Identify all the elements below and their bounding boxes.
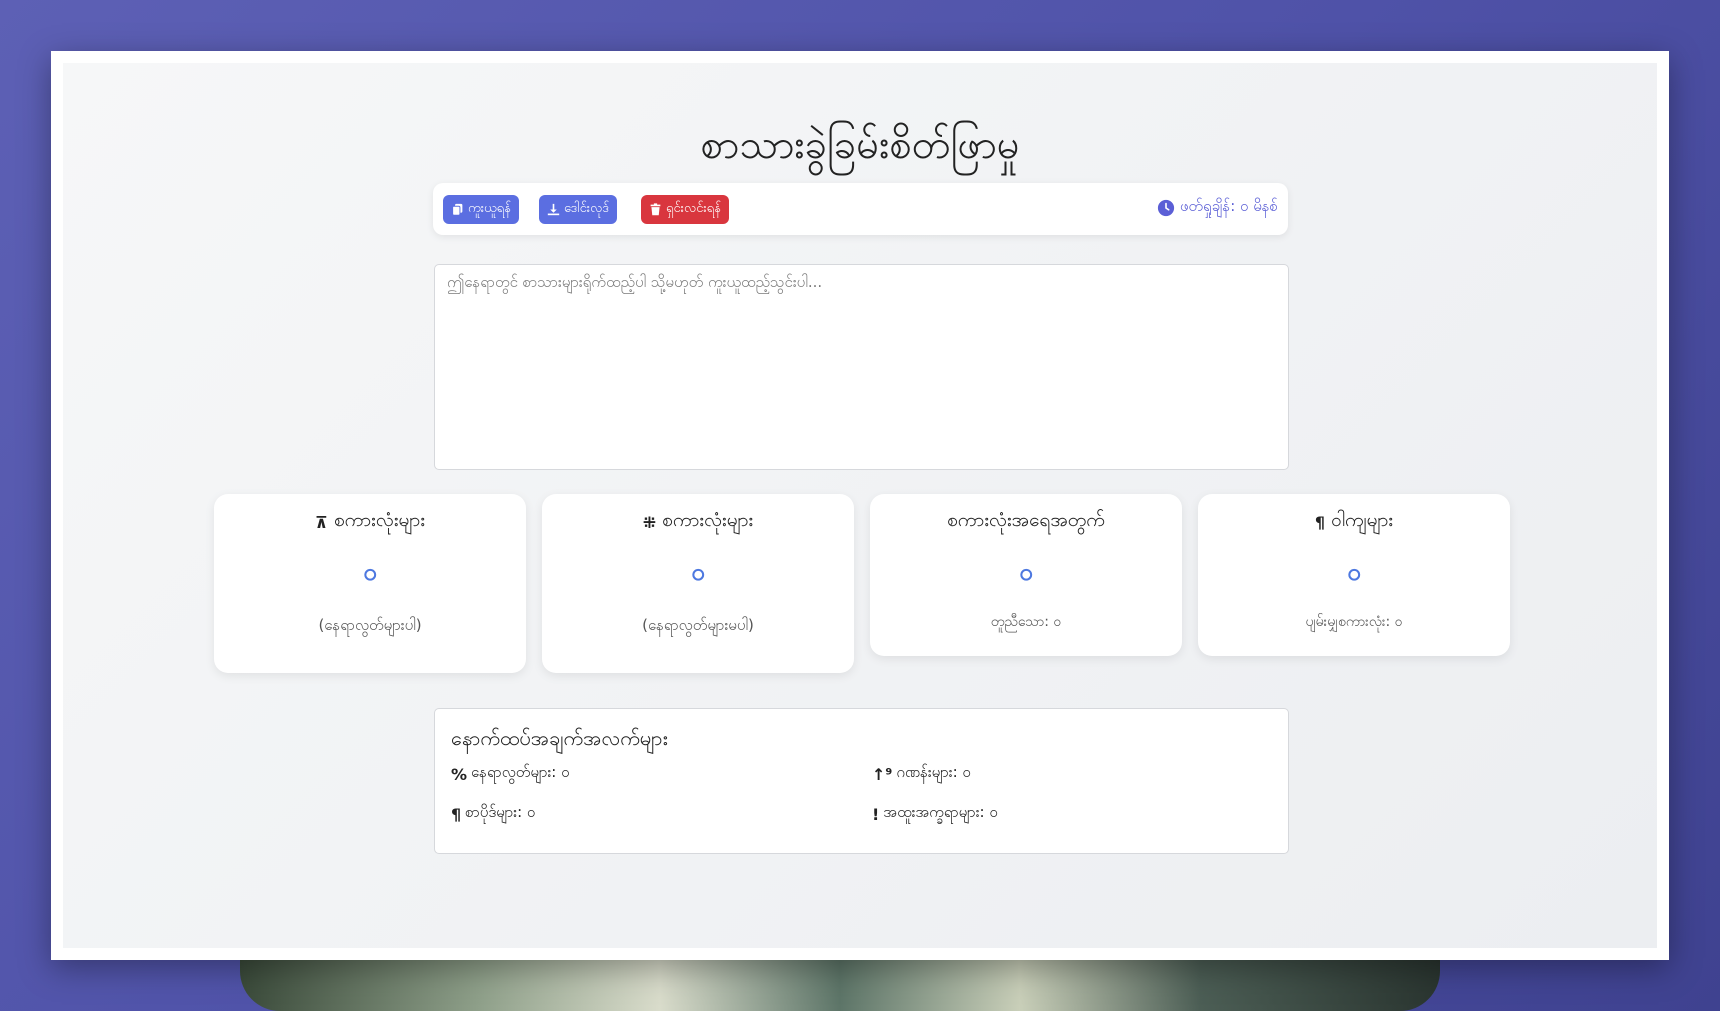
text-with-spaces-icon: ⊼: [314, 512, 328, 532]
text-input[interactable]: [434, 264, 1289, 470]
percent-icon: %: [451, 764, 468, 784]
download-button-label: ဒေါင်းလုဒ်: [564, 201, 610, 216]
stat-card-words-with-spaces: ⊼ စကားလုံးများ ၀ (နေရာလွတ်များပါ): [214, 494, 526, 673]
read-time-label: ဖတ်ရှုချိန်: ၀ မိနစ်: [1179, 197, 1278, 215]
stat-card-value: ၀: [1347, 558, 1361, 586]
stat-spaces: % နေရာလွတ်များ: ၀: [451, 763, 570, 784]
copy-button[interactable]: ကူးယူရန်: [443, 195, 519, 224]
stat-card-subtext: (နေရာလွတ်များမပါ): [642, 616, 754, 634]
stat-card-label: စကားလုံးအရေအတွက်: [947, 509, 1105, 531]
app-container: စာသားခွဲခြမ်းစိတ်ဖြာမှု ကူးယူရန် ဒေါင်းလ…: [63, 63, 1657, 948]
stat-card-label: ⊼ စကားလုံးများ: [314, 509, 426, 532]
read-time-indicator: ဖတ်ရှုချိန်: ၀ မိနစ်: [1157, 197, 1278, 219]
page-title: စာသားခွဲခြမ်းစိတ်ဖြာမှု: [700, 122, 1020, 168]
stat-special-chars: ! အထူးအက္ခရာများ: ၀: [872, 803, 998, 824]
clear-button-label: ရှင်းလင်းရန်: [666, 201, 721, 216]
stat-card-words-without-spaces: ⁜ စကားလုံးများ ၀ (နေရာလွတ်များမပါ): [542, 494, 854, 673]
exclamation-icon: !: [872, 804, 880, 824]
browser-window: စာသားခွဲခြမ်းစိတ်ဖြာမှု ကူးယူရန် ဒေါင်းလ…: [51, 51, 1669, 960]
stat-card-word-count: စကားလုံးအရေအတွက် ၀ တူညီသော: ၀: [870, 494, 1182, 656]
stat-paragraphs: ¶ စာပိုဒ်များ: ၀: [451, 803, 536, 824]
download-icon: [547, 203, 560, 216]
stat-card-value: ၀: [691, 558, 705, 586]
copy-button-label: ကူးယူရန်: [468, 201, 511, 216]
stat-card-value: ၀: [1019, 558, 1033, 586]
stat-card-value: ၀: [363, 558, 377, 586]
paragraph-icon: ¶: [451, 804, 462, 824]
stat-card-label: ¶ ဝါကျများ: [1314, 509, 1394, 532]
trash-icon: [650, 203, 661, 216]
additional-info-panel: နောက်ထပ်အချက်အလက်များ % နေရာလွတ်များ: ၀ …: [434, 708, 1289, 854]
compress-icon: ⁜: [642, 512, 657, 532]
stat-card-subtext: ပျမ်းမျှစကားလုံး: ၀: [1305, 614, 1403, 630]
stat-card-subtext: တူညီသော: ၀: [990, 614, 1062, 630]
stat-card-label: ⁜ စကားလုံးများ: [642, 509, 754, 532]
additional-info-title: နောက်ထပ်အချက်အလက်များ: [451, 726, 668, 750]
stat-card-sentences: ¶ ဝါကျများ ၀ ပျမ်းမျှစကားလုံး: ၀: [1198, 494, 1510, 656]
download-button[interactable]: ဒေါင်းလုဒ်: [539, 195, 618, 224]
toolbar: ကူးယူရန် ဒေါင်းလုဒ် ရှင်းလင်းရန် ဖတ်ရှုခ…: [433, 183, 1288, 235]
clear-button[interactable]: ရှင်းလင်းရန်: [641, 195, 729, 224]
paragraph-icon: ¶: [1314, 512, 1326, 532]
sort-numeric-icon: ↑⁹: [872, 764, 893, 784]
clock-icon: [1157, 199, 1174, 217]
copy-icon: [452, 203, 463, 216]
stat-card-subtext: (နေရာလွတ်များပါ): [318, 616, 422, 634]
stat-numbers: ↑⁹ ဂဏန်းများ: ၀: [872, 763, 971, 784]
